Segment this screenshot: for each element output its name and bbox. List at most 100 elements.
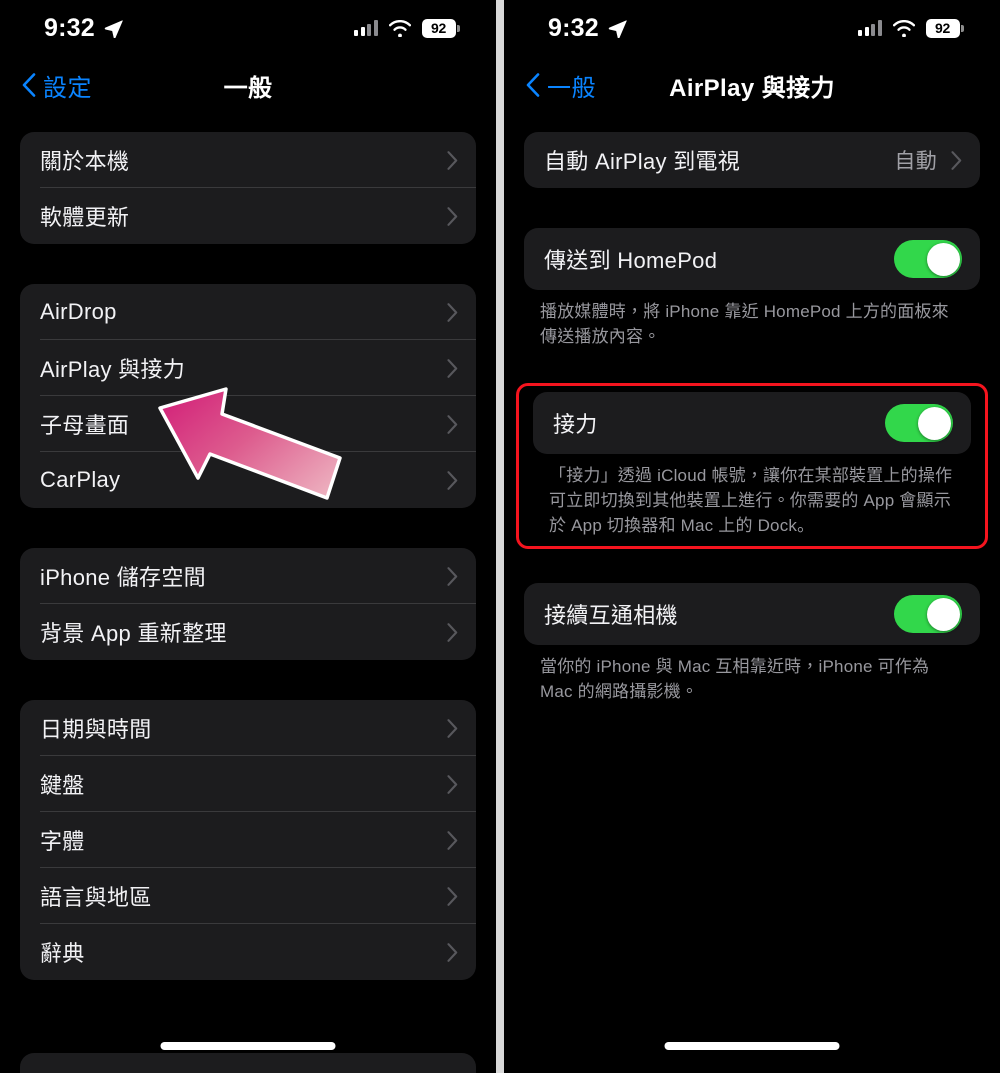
location-arrow-icon — [608, 19, 627, 38]
list-item-value: 自動 — [894, 150, 937, 173]
chevron-right-icon — [447, 150, 458, 170]
list-item-handoff: 接力 — [533, 392, 971, 454]
battery-cap-icon — [457, 24, 460, 32]
chevron-left-icon — [526, 73, 540, 97]
battery-indicator: 92 — [925, 18, 964, 38]
chevron-right-icon — [447, 942, 458, 962]
chevron-right-icon — [447, 414, 458, 434]
handoff-group: 接力 — [533, 392, 971, 455]
list-item[interactable]: 背景 App 重新整理 — [20, 604, 476, 660]
list-item[interactable]: 關於本機 — [20, 132, 476, 188]
partial-next-group — [20, 1053, 476, 1073]
chevron-left-icon — [22, 73, 36, 97]
continuity-camera-group: 接續互通相機 — [524, 583, 980, 646]
chevron-right-icon — [447, 886, 458, 906]
list-item[interactable]: 子母畫面 — [20, 396, 476, 452]
toggle-knob — [926, 242, 960, 276]
list-item-continuity-camera: 接續互通相機 — [524, 583, 980, 645]
list-item-label: 辭典 — [40, 941, 85, 966]
nav-bar-right: 一般 AirPlay 與接力 — [504, 56, 1000, 114]
list-item-label: 字體 — [40, 829, 85, 854]
homepod-footnote: 播放媒體時，將 iPhone 靠近 HomePod 上方的面板來傳送播放內容。 — [540, 302, 949, 346]
chevron-right-icon — [447, 774, 458, 794]
handoff-toggle[interactable] — [885, 404, 953, 443]
status-bar-left-cluster: 9:32 — [44, 15, 123, 41]
chevron-right-icon — [447, 718, 458, 738]
back-button-settings[interactable]: 設定 — [22, 68, 92, 103]
list-item[interactable]: 語言與地區 — [20, 868, 476, 924]
location-arrow-icon — [104, 19, 123, 38]
list-item-label: 背景 App 重新整理 — [40, 621, 227, 646]
continuity-camera-footnote: 當你的 iPhone 與 Mac 互相靠近時，iPhone 可作為 Mac 的網… — [540, 657, 930, 701]
list-item[interactable]: 鍵盤 — [20, 756, 476, 812]
left-phone-screen: 9:32 92 設定 一般 關於本機 軟體更新 AirDrop AirPlay … — [0, 0, 496, 1073]
wifi-icon — [892, 19, 915, 37]
chevron-right-icon — [447, 470, 458, 490]
back-button-label: 設定 — [43, 74, 92, 102]
list-item[interactable]: AirDrop — [20, 284, 476, 340]
status-bar-right-cluster: 92 — [858, 18, 964, 38]
list-item-label: 軟體更新 — [40, 205, 130, 230]
chevron-right-icon — [447, 358, 458, 378]
list-item-label: 日期與時間 — [40, 717, 152, 742]
status-bar-left: 9:32 92 — [0, 0, 496, 56]
list-item-label: 關於本機 — [40, 149, 130, 174]
list-item-label: CarPlay — [40, 467, 121, 492]
list-item[interactable]: 日期與時間 — [20, 700, 476, 756]
cellular-signal-icon — [354, 20, 378, 36]
list-item[interactable]: 軟體更新 — [20, 188, 476, 244]
list-item-airplay-handoff[interactable]: AirPlay 與接力 — [20, 340, 476, 396]
settings-group-4: 日期與時間 鍵盤 字體 語言與地區 辭典 — [20, 700, 476, 980]
right-phone-screen: 9:32 92 一般 AirPlay 與接力 自動 AirPlay 到電視 自動… — [504, 0, 1000, 1073]
settings-list-left: 關於本機 軟體更新 AirDrop AirPlay 與接力 子母畫面 CarPl… — [0, 114, 496, 980]
nav-bar-left: 設定 一般 — [0, 56, 496, 114]
chevron-right-icon — [447, 830, 458, 850]
list-item[interactable]: 字體 — [20, 812, 476, 868]
list-item-transfer-to-homepod: 傳送到 HomePod — [524, 228, 980, 290]
list-item[interactable]: iPhone 儲存空間 — [20, 548, 476, 604]
airplay-handoff-list: 自動 AirPlay 到電視 自動 傳送到 HomePod 播放媒體時，將 iP… — [504, 114, 1000, 704]
status-bar-left-cluster: 9:32 — [548, 13, 627, 42]
continuity-camera-toggle[interactable] — [894, 595, 962, 634]
list-item-auto-airplay[interactable]: 自動 AirPlay 到電視 自動 — [524, 132, 980, 188]
list-item-label: 傳送到 HomePod — [544, 248, 718, 273]
back-button-label: 一般 — [547, 74, 596, 102]
list-item-label: 接續互通相機 — [544, 603, 678, 629]
battery-cap-icon — [961, 24, 964, 32]
battery-percent: 92 — [421, 18, 456, 38]
toggle-knob — [917, 406, 951, 440]
status-bar-right: 9:32 92 — [504, 0, 1000, 56]
list-item-label: 子母畫面 — [40, 413, 130, 438]
home-indicator — [664, 1042, 840, 1050]
homepod-group: 傳送到 HomePod — [524, 228, 980, 290]
auto-airplay-group: 自動 AirPlay 到電視 自動 — [524, 132, 980, 188]
list-item-label: 鍵盤 — [40, 773, 85, 798]
list-item[interactable]: CarPlay — [20, 452, 476, 508]
chevron-right-icon — [447, 302, 458, 322]
list-item-label: iPhone 儲存空間 — [40, 565, 206, 590]
settings-group-3: iPhone 儲存空間 背景 App 重新整理 — [20, 548, 476, 660]
dual-screenshot-container: 9:32 92 設定 一般 關於本機 軟體更新 AirDrop AirPlay … — [0, 0, 1000, 1073]
cellular-signal-icon — [858, 20, 882, 36]
list-item-label: 語言與地區 — [40, 885, 152, 910]
back-button-general[interactable]: 一般 — [526, 68, 596, 103]
status-time: 9:32 — [548, 13, 599, 42]
list-item-label: 自動 AirPlay 到電視 — [544, 149, 741, 174]
chevron-right-icon — [447, 566, 458, 586]
handoff-footnote: 「接力」透過 iCloud 帳號，讓你在某部裝置上的操作可立即切換到其他裝置上進… — [549, 466, 953, 535]
handoff-highlight-box: 接力 「接力」透過 iCloud 帳號，讓你在某部裝置上的操作可立即切換到其他裝… — [516, 383, 988, 550]
list-item-label: AirPlay 與接力 — [40, 357, 186, 382]
chevron-right-icon — [447, 206, 458, 226]
chevron-right-icon — [447, 622, 458, 642]
homepod-toggle[interactable] — [894, 240, 962, 278]
settings-group-1: 關於本機 軟體更新 — [20, 132, 476, 244]
list-item[interactable]: 辭典 — [20, 924, 476, 980]
wifi-icon — [388, 19, 411, 37]
